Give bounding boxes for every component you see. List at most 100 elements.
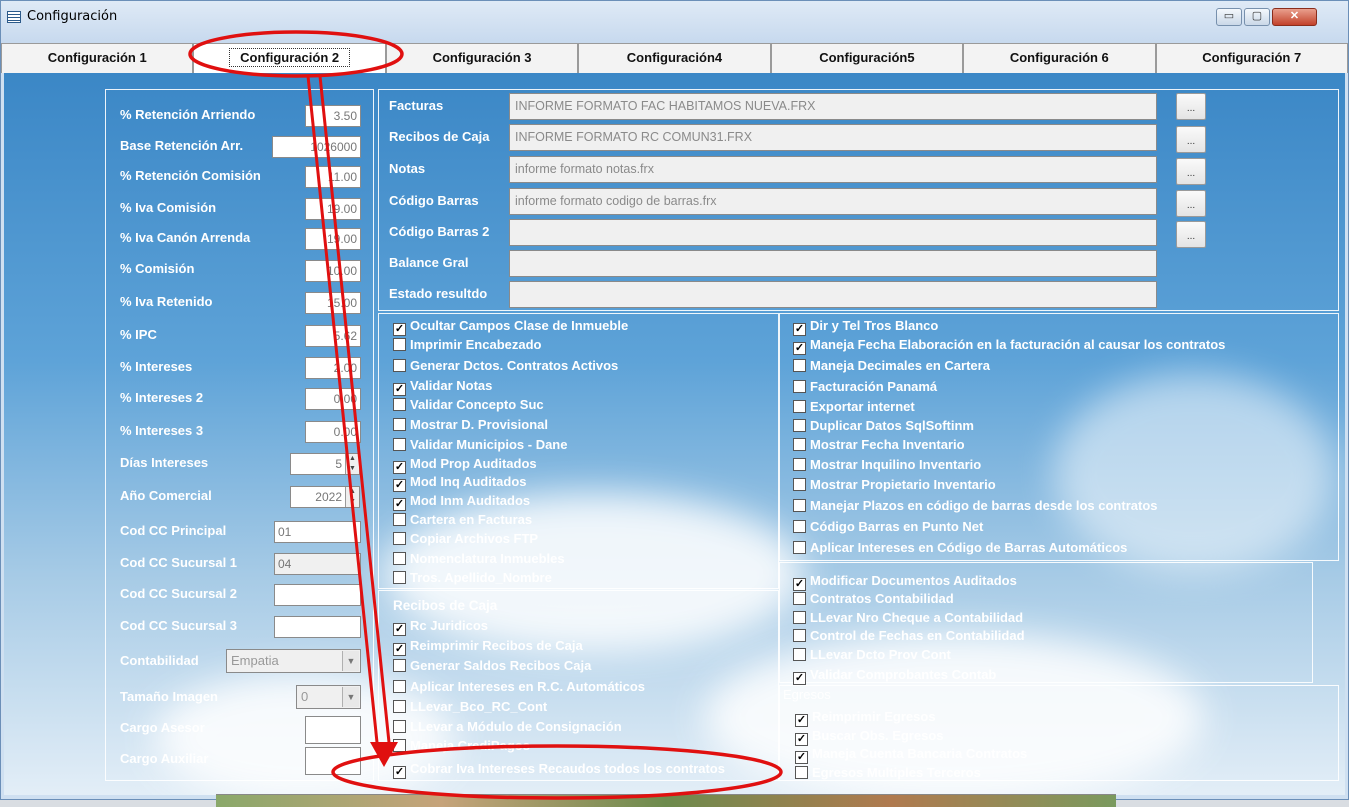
dias-intereses-spinner[interactable]: 5 ▲ ▼ (290, 453, 360, 475)
checkbox[interactable]: ✓ (793, 578, 806, 591)
checkbox[interactable] (793, 499, 806, 512)
check-validar-concepto[interactable]: Validar Concepto Suc (393, 397, 544, 412)
checkbox[interactable] (393, 659, 406, 672)
tab-configuracion-6[interactable]: Configuración 6 (963, 43, 1156, 73)
check-llevar-bco[interactable]: LLevar_Bco_RC_Cont (393, 699, 547, 714)
check-aplicar-intereses-rc[interactable]: Aplicar Intereses en R.C. Automáticos (393, 679, 645, 694)
estado-report-field[interactable] (509, 281, 1157, 308)
close-button[interactable]: ✕ (1272, 8, 1317, 26)
checkbox[interactable]: ✓ (393, 479, 406, 492)
check-validar-municipios[interactable]: Validar Municipios - Dane (393, 437, 567, 452)
checkbox[interactable] (393, 700, 406, 713)
recibos-browse-button[interactable]: ... (1176, 126, 1206, 153)
facturas-browse-button[interactable]: ... (1176, 93, 1206, 120)
facturas-report-field[interactable]: INFORME FORMATO FAC HABITAMOS NUEVA.FRX (509, 93, 1157, 120)
check-modulo-consignacion[interactable]: LLevar a Módulo de Consignación (393, 719, 622, 734)
ipc-field[interactable]: 5.62 (305, 325, 361, 347)
chevron-down-icon[interactable]: ▼ (342, 651, 359, 671)
check-dcto-prov[interactable]: LLevar Dcto Prov Cont (793, 647, 951, 662)
check-exportar-internet[interactable]: Exportar internet (793, 399, 915, 414)
cc-principal-field[interactable]: 01 (274, 521, 361, 543)
intereses3-field[interactable]: 0.00 (305, 421, 361, 443)
checkbox[interactable] (393, 398, 406, 411)
checkbox[interactable] (393, 359, 406, 372)
iva-comision-field[interactable]: 19.00 (305, 198, 361, 220)
codigo-barras-report-field[interactable]: informe formato codigo de barras.frx (509, 188, 1157, 215)
check-egresos-multiples[interactable]: Egresos Multiples Terceros (795, 765, 981, 780)
check-contratos-contabilidad[interactable]: Contratos Contabilidad (793, 591, 954, 606)
checkbox[interactable] (393, 532, 406, 545)
check-nomenclatura[interactable]: Nomenclatura Inmuebles (393, 551, 565, 566)
cc-sucursal2-field[interactable] (274, 584, 361, 606)
maximize-button[interactable]: ▢ (1244, 8, 1270, 26)
checkbox[interactable]: ✓ (393, 323, 406, 336)
check-mod-inq[interactable]: ✓ Mod Inq Auditados (393, 474, 527, 492)
check-modificar-documentos[interactable]: ✓ Modificar Documentos Auditados (793, 573, 1017, 591)
checkbox[interactable] (393, 513, 406, 526)
codigo-barras-2-report-field[interactable] (509, 219, 1157, 246)
check-control-fechas[interactable]: Control de Fechas en Contabilidad (793, 628, 1025, 643)
checkbox[interactable] (793, 520, 806, 533)
tab-configuracion-5[interactable]: Configuración5 (770, 43, 964, 73)
chevron-down-icon[interactable]: ▼ (342, 687, 359, 707)
check-maneja-fecha[interactable]: ✓ Maneja Fecha Elaboración en la facturac… (793, 337, 1225, 355)
dias-intereses-spin-buttons[interactable]: ▲ ▼ (345, 454, 359, 474)
check-validar-comprobantes[interactable]: ✓ Validar Comprobantes Contab (793, 667, 996, 685)
checkbox[interactable]: ✓ (793, 323, 806, 336)
checkbox[interactable] (793, 478, 806, 491)
check-barras-punto-net[interactable]: Código Barras en Punto Net (793, 519, 983, 534)
checkbox[interactable]: ✓ (795, 733, 808, 746)
checkbox[interactable] (393, 739, 406, 752)
checkbox[interactable] (793, 611, 806, 624)
codigo-barras-browse-button[interactable]: ... (1176, 190, 1206, 217)
checkbox[interactable] (793, 458, 806, 471)
checkbox[interactable] (793, 380, 806, 393)
check-mod-inm[interactable]: ✓ Mod Inm Auditados (393, 493, 530, 511)
checkbox[interactable] (793, 400, 806, 413)
checkbox[interactable] (793, 359, 806, 372)
check-cuenta-bancaria[interactable]: ✓ Maneja Cuenta Bancaria Contratos (795, 746, 1027, 764)
checkbox[interactable] (793, 419, 806, 432)
cc-sucursal1-field[interactable]: 04 (274, 553, 361, 575)
check-reimprimir-egresos[interactable]: ✓ Reimprimir Egresos (795, 709, 936, 727)
checkbox[interactable] (393, 720, 406, 733)
check-generar-dctos[interactable]: Generar Dctos. Contratos Activos (393, 358, 618, 373)
check-reimprimir-recibos[interactable]: ✓ Reimprimir Recibos de Caja (393, 638, 583, 656)
checkbox[interactable] (793, 541, 806, 554)
checkbox[interactable]: ✓ (793, 342, 806, 355)
check-nro-cheque[interactable]: LLevar Nro Cheque a Contabilidad (793, 610, 1023, 625)
checkbox[interactable]: ✓ (795, 714, 808, 727)
check-mod-prop[interactable]: ✓ Mod Prop Auditados (393, 456, 537, 474)
intereses-field[interactable]: 2.00 (305, 357, 361, 379)
cargo-auxiliar-field[interactable] (305, 747, 361, 775)
check-ocultar-campos[interactable]: ✓ Ocultar Campos Clase de Inmueble (393, 318, 628, 336)
codigo-barras-2-browse-button[interactable]: ... (1176, 221, 1206, 248)
checkbox[interactable] (393, 418, 406, 431)
check-plazos-codigo[interactable]: Manejar Plazos en código de barras desde… (793, 498, 1158, 513)
check-intereses-barras[interactable]: Aplicar Intereses en Código de Barras Au… (793, 540, 1127, 555)
recibos-report-field[interactable]: INFORME FORMATO RC COMUN31.FRX (509, 124, 1157, 151)
checkbox[interactable]: ✓ (393, 461, 406, 474)
checkbox[interactable] (793, 648, 806, 661)
checkbox[interactable]: ✓ (393, 766, 406, 779)
check-cartera-facturas[interactable]: Cartera en Facturas (393, 512, 532, 527)
checkbox[interactable]: ✓ (795, 751, 808, 764)
check-duplicar-datos[interactable]: Duplicar Datos SqlSoftinm (793, 418, 974, 433)
checkbox[interactable] (393, 680, 406, 693)
intereses2-field[interactable]: 0.00 (305, 388, 361, 410)
tab-configuracion-1[interactable]: Configuración 1 (1, 43, 194, 73)
check-dir-tel[interactable]: ✓ Dir y Tel Tros Blanco (793, 318, 938, 336)
tab-configuracion-7[interactable]: Configuración 7 (1155, 43, 1348, 73)
checkbox[interactable] (793, 592, 806, 605)
check-credipagos[interactable]: Maneja CrediPagos (393, 738, 530, 753)
check-cobrar-iva-intereses[interactable]: ✓ Cobrar Iva Intereses Recaudos todos los… (393, 761, 725, 779)
cargo-asesor-field[interactable] (305, 716, 361, 744)
cc-sucursal3-field[interactable] (274, 616, 361, 638)
check-copiar-ftp[interactable]: Copiar Archivos FTP (393, 531, 538, 546)
check-mostrar-provisional[interactable]: Mostrar D. Provisional (393, 417, 548, 432)
checkbox[interactable] (393, 552, 406, 565)
check-imprimir-encabezado[interactable]: Imprimir Encabezado (393, 337, 541, 352)
check-inquilino-inventario[interactable]: Mostrar Inquilino Inventario (793, 457, 981, 472)
check-decimales-cartera[interactable]: Maneja Decimales en Cartera (793, 358, 990, 373)
check-facturacion-panama[interactable]: Facturación Panamá (793, 379, 937, 394)
